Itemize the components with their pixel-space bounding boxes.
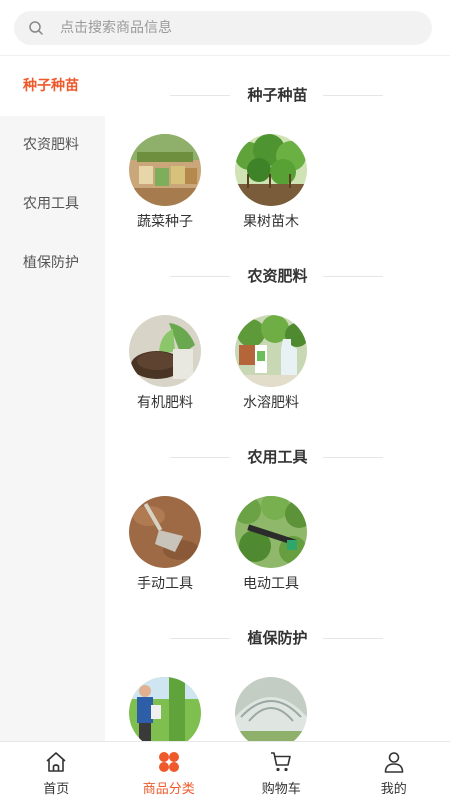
subcategory-label: 有机肥料: [137, 395, 193, 411]
tab-label: 购物车: [261, 782, 301, 797]
subcategory-label: 水溶肥料: [243, 395, 299, 411]
subcategory-fruit-saplings[interactable]: 果树苗木: [226, 134, 316, 232]
tab-category[interactable]: 商品分类: [113, 742, 226, 800]
water-soluble-fertilizer-image: [235, 315, 307, 387]
divider-line: [323, 276, 383, 277]
subcategory-label: 电动工具: [243, 576, 299, 592]
user-icon: [384, 752, 404, 773]
subcategory-protection-item-2[interactable]: [226, 677, 316, 741]
tab-cart[interactable]: 购物车: [225, 742, 338, 800]
sidebar-item-fertilizer[interactable]: 农资肥料: [0, 116, 105, 175]
subcategory-water-soluble-fertilizer[interactable]: 水溶肥料: [226, 315, 316, 413]
divider-line: [323, 638, 383, 639]
divider-line: [323, 457, 383, 458]
subcategory-hand-tools[interactable]: 手动工具: [120, 496, 210, 594]
sidebar-item-tools[interactable]: 农用工具: [0, 175, 105, 234]
app-root: 种子种苗 农资肥料 农用工具 植保防护 种子种苗: [0, 0, 450, 800]
section-tools: 农用工具 手动工具 电动工具: [105, 419, 450, 600]
section-title: 种子种苗: [247, 86, 308, 104]
hand-tools-image: [129, 496, 201, 568]
home-icon: [46, 752, 66, 772]
search-bar: [0, 0, 450, 56]
section-seeds: 种子种苗 蔬菜种子 果树苗木: [105, 57, 450, 238]
subcategory-vegetable-seeds[interactable]: 蔬菜种子: [120, 134, 210, 232]
subcategory-protection-item-1[interactable]: [120, 677, 210, 741]
subcategory-organic-fertilizer[interactable]: 有机肥料: [120, 315, 210, 413]
vegetable-seeds-image: [129, 134, 201, 206]
search-input[interactable]: [60, 11, 420, 45]
search-icon[interactable]: [28, 20, 44, 36]
subcategory-electric-tools[interactable]: 电动工具: [226, 496, 316, 594]
tab-home[interactable]: 首页: [0, 742, 113, 800]
subcategory-label: 手动工具: [137, 576, 193, 592]
category-content: 种子种苗 蔬菜种子 果树苗木 农资肥料 有机肥料 水溶肥料 农用工具 手动工具 …: [105, 57, 450, 741]
tab-label: 我的: [380, 782, 407, 797]
category-sidebar: 种子种苗 农资肥料 农用工具 植保防护: [0, 57, 105, 741]
section-fertilizer: 农资肥料 有机肥料 水溶肥料: [105, 238, 450, 419]
tab-profile[interactable]: 我的: [338, 742, 450, 800]
section-title: 农资肥料: [247, 267, 308, 285]
tab-label: 商品分类: [142, 782, 195, 797]
sidebar-item-protection[interactable]: 植保防护: [0, 234, 105, 293]
section-protection: 植保防护: [105, 600, 450, 741]
section-title: 农用工具: [247, 448, 308, 466]
organic-fertilizer-image: [129, 315, 201, 387]
sidebar-item-seeds[interactable]: 种子种苗: [0, 57, 105, 116]
bottom-tab-bar: 首页 商品分类 购物车 我的: [0, 741, 450, 800]
fruit-saplings-image: [235, 134, 307, 206]
electric-tools-image: [235, 496, 307, 568]
cart-icon: [271, 752, 292, 772]
subcategory-label: 蔬菜种子: [137, 214, 193, 230]
search-box[interactable]: [14, 11, 432, 45]
crop-spraying-image: [129, 677, 201, 741]
subcategory-label: 果树苗木: [243, 214, 299, 230]
divider-line: [323, 95, 383, 96]
tab-label: 首页: [43, 782, 70, 797]
section-title: 植保防护: [247, 629, 308, 647]
category-icon: [158, 752, 179, 772]
greenhouse-image: [235, 677, 307, 741]
